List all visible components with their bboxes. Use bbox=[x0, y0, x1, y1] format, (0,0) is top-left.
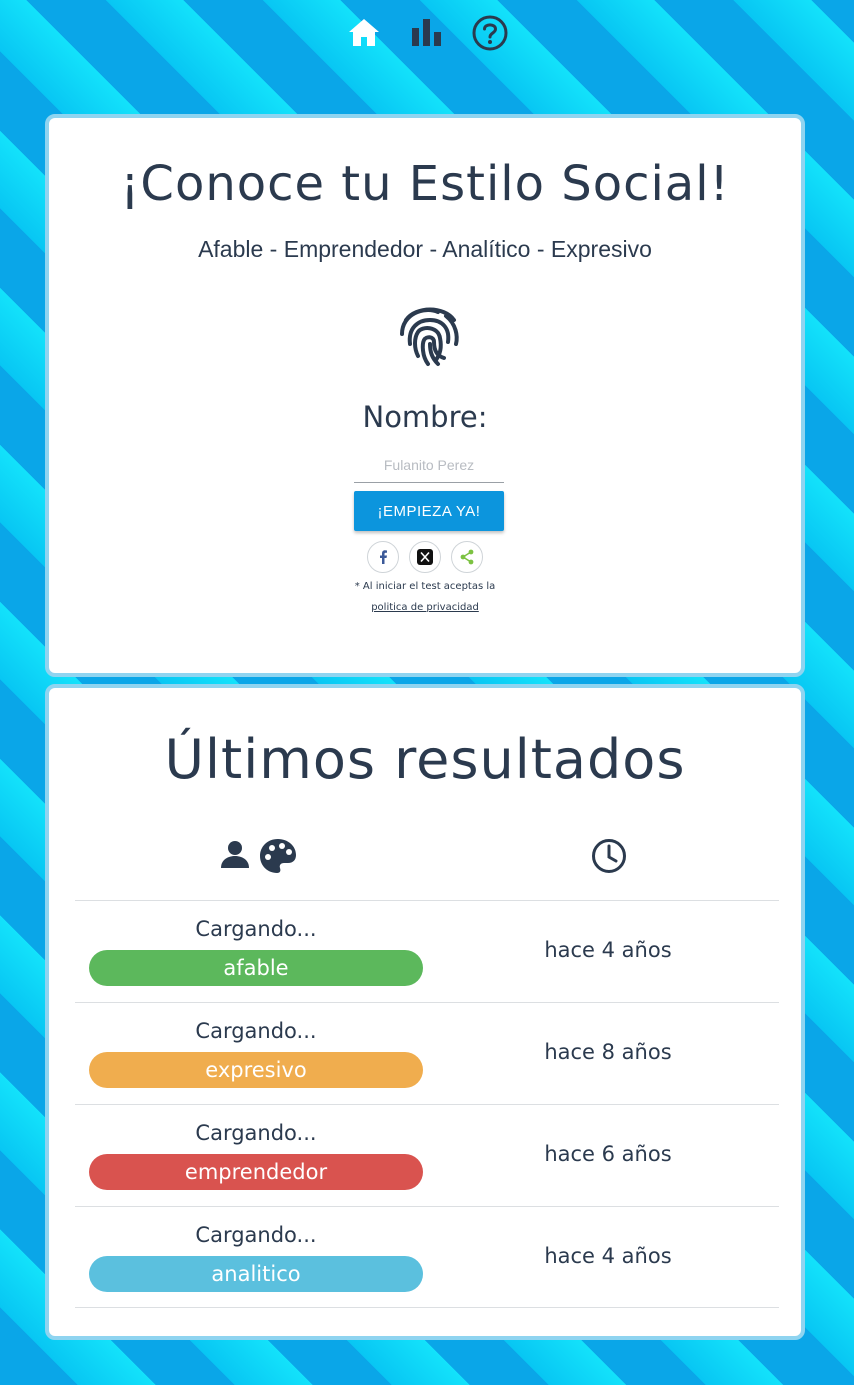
result-time: hace 4 años bbox=[544, 938, 672, 962]
palette-icon bbox=[259, 838, 297, 878]
subtitle: Afable - Emprendedor - Analítico - Expre… bbox=[198, 236, 652, 262]
table-row: Cargando... analitico hace 4 años bbox=[75, 1206, 779, 1308]
result-user-cell: Cargando... emprendedor bbox=[75, 1105, 437, 1207]
terms-notice: * Al iniciar el test aceptas la politica… bbox=[49, 576, 801, 618]
bar-chart-icon[interactable] bbox=[408, 14, 446, 52]
result-user-cell: Cargando... expresivo bbox=[75, 1003, 437, 1105]
style-badge: afable bbox=[89, 950, 423, 986]
table-row: Cargando... expresivo hace 8 años bbox=[75, 1002, 779, 1105]
result-time: hace 8 años bbox=[544, 1040, 672, 1064]
name-label: Nombre: bbox=[362, 400, 488, 434]
start-button[interactable]: ¡EMPIEZA YA! bbox=[354, 491, 504, 531]
result-time: hace 6 años bbox=[544, 1142, 672, 1166]
result-name: Cargando... bbox=[195, 1121, 317, 1145]
clock-icon bbox=[591, 838, 627, 878]
table-row: Cargando... emprendedor hace 6 años bbox=[75, 1104, 779, 1207]
results-title: Últimos resultados bbox=[164, 728, 686, 791]
home-icon[interactable] bbox=[345, 14, 383, 52]
result-user-cell: Cargando... afable bbox=[75, 901, 437, 1003]
share-generic-button[interactable] bbox=[451, 541, 483, 573]
result-name: Cargando... bbox=[195, 917, 317, 941]
help-circle-icon[interactable] bbox=[471, 14, 509, 52]
result-user-cell: Cargando... analitico bbox=[75, 1207, 437, 1308]
result-name: Cargando... bbox=[195, 1223, 317, 1247]
style-badge: emprendedor bbox=[89, 1154, 423, 1190]
name-input[interactable] bbox=[354, 448, 504, 483]
page-title: ¡Conoce tu Estilo Social! bbox=[120, 156, 730, 212]
fingerprint-icon bbox=[394, 298, 466, 370]
facebook-icon bbox=[380, 550, 387, 564]
style-badge: expresivo bbox=[89, 1052, 423, 1088]
share-icon bbox=[460, 549, 474, 565]
top-nav bbox=[0, 14, 854, 54]
intro-card: ¡Conoce tu Estilo Social! Afable - Empre… bbox=[45, 114, 805, 677]
result-name: Cargando... bbox=[195, 1019, 317, 1043]
share-facebook-button[interactable] bbox=[367, 541, 399, 573]
user-icon bbox=[219, 838, 251, 874]
style-badge: analitico bbox=[89, 1256, 423, 1292]
terms-text: * Al iniciar el test aceptas la bbox=[354, 581, 496, 592]
share-x-button[interactable] bbox=[409, 541, 441, 573]
result-time: hace 4 años bbox=[544, 1244, 672, 1268]
table-row: Cargando... afable hace 4 años bbox=[75, 900, 779, 1003]
x-twitter-icon bbox=[417, 549, 433, 565]
privacy-policy-link[interactable]: politica de privacidad bbox=[371, 602, 479, 613]
results-card: Últimos resultados Cargando... afable ha… bbox=[45, 684, 805, 1340]
